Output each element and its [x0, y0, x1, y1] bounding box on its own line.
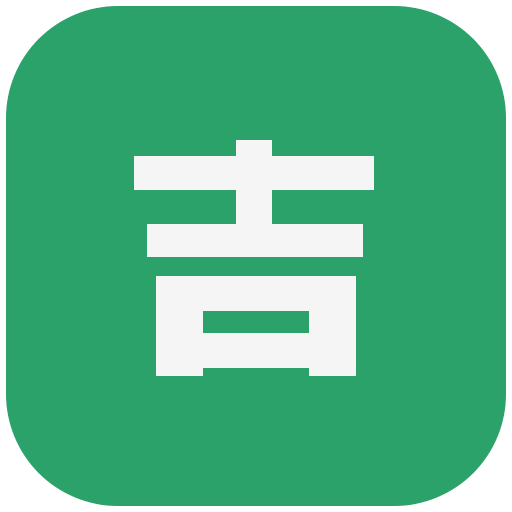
app-icon[interactable]	[6, 6, 506, 506]
ji-character-icon	[6, 6, 506, 506]
